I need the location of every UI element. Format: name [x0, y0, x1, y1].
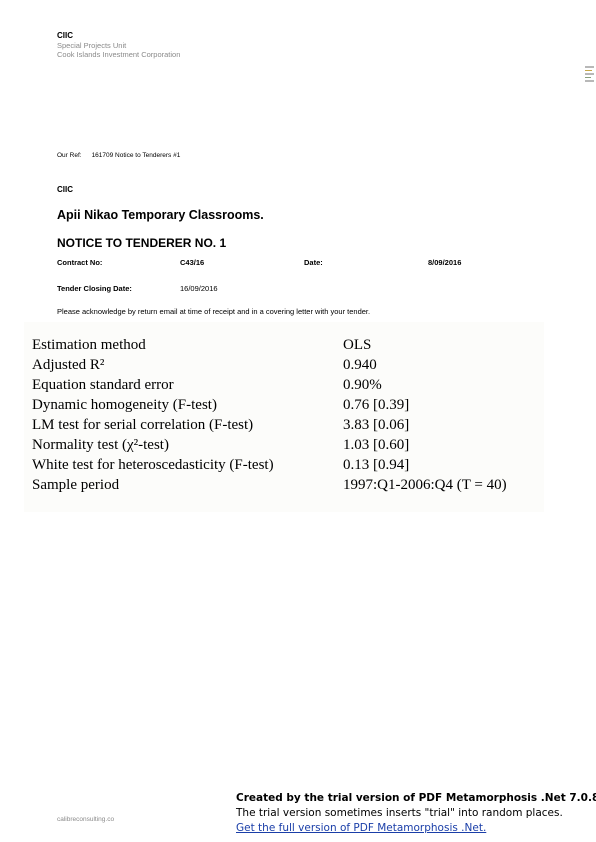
header-corporation: Cook Islands Investment Corporation — [57, 50, 181, 59]
estimation-value: 1997:Q1-2006:Q4 (T = 40) — [343, 477, 507, 493]
date-value: 8/09/2016 — [428, 258, 462, 267]
notice-title: NOTICE TO TENDERER NO. 1 — [57, 236, 227, 250]
closing-date-label: Tender Closing Date: — [57, 284, 132, 293]
side-logo-icon — [585, 66, 594, 84]
reference-label: Our Ref: — [57, 152, 82, 159]
estimation-value: 3.83 [0.06] — [343, 417, 410, 433]
estimation-label: LM test for serial correlation (F-test) — [32, 417, 254, 433]
header-unit: Special Projects Unit — [57, 41, 127, 50]
header-org: CIIC — [57, 31, 73, 40]
estimation-value: 1.03 [0.60] — [343, 437, 410, 453]
estimation-label: Normality test (χ²-test) — [32, 437, 169, 453]
estimation-value: OLS — [343, 337, 372, 353]
addressee: CIIC — [57, 185, 73, 194]
footer-website: calibreconsulting.co — [57, 816, 115, 823]
trial-full-version-link[interactable]: Get the full version of PDF Metamorphosi… — [236, 822, 486, 834]
estimation-value: 0.76 [0.39] — [343, 397, 410, 413]
estimation-table: Estimation method OLS Adjusted R² 0.940 … — [24, 322, 544, 512]
project-title: Apii Nikao Temporary Classrooms. — [57, 208, 264, 222]
estimation-label: Dynamic homogeneity (F-test) — [32, 397, 217, 413]
date-label: Date: — [304, 258, 323, 267]
estimation-label: Estimation method — [32, 337, 146, 353]
estimation-label: Adjusted R² — [32, 357, 105, 373]
contract-label: Contract No: — [57, 258, 103, 267]
reference-value: 161709 Notice to Tenderers #1 — [91, 152, 181, 159]
closing-date-value: 16/09/2016 — [180, 284, 218, 293]
reference-line: Our Ref: 161709 Notice to Tenderers #1 — [57, 152, 180, 159]
estimation-label: Sample period — [32, 477, 120, 493]
acknowledge-text: Please acknowledge by return email at ti… — [57, 307, 371, 316]
estimation-label: White test for heteroscedasticity (F-tes… — [32, 457, 274, 473]
estimation-value: 0.13 [0.94] — [343, 457, 410, 473]
contract-value: C43/16 — [180, 258, 205, 267]
estimation-label: Equation standard error — [32, 377, 174, 393]
trial-notice-title: Created by the trial version of PDF Meta… — [236, 792, 596, 804]
trial-notice-text: The trial version sometimes inserts "tri… — [236, 807, 563, 819]
estimation-value: 0.90% — [343, 377, 382, 393]
estimation-value: 0.940 — [343, 357, 377, 373]
